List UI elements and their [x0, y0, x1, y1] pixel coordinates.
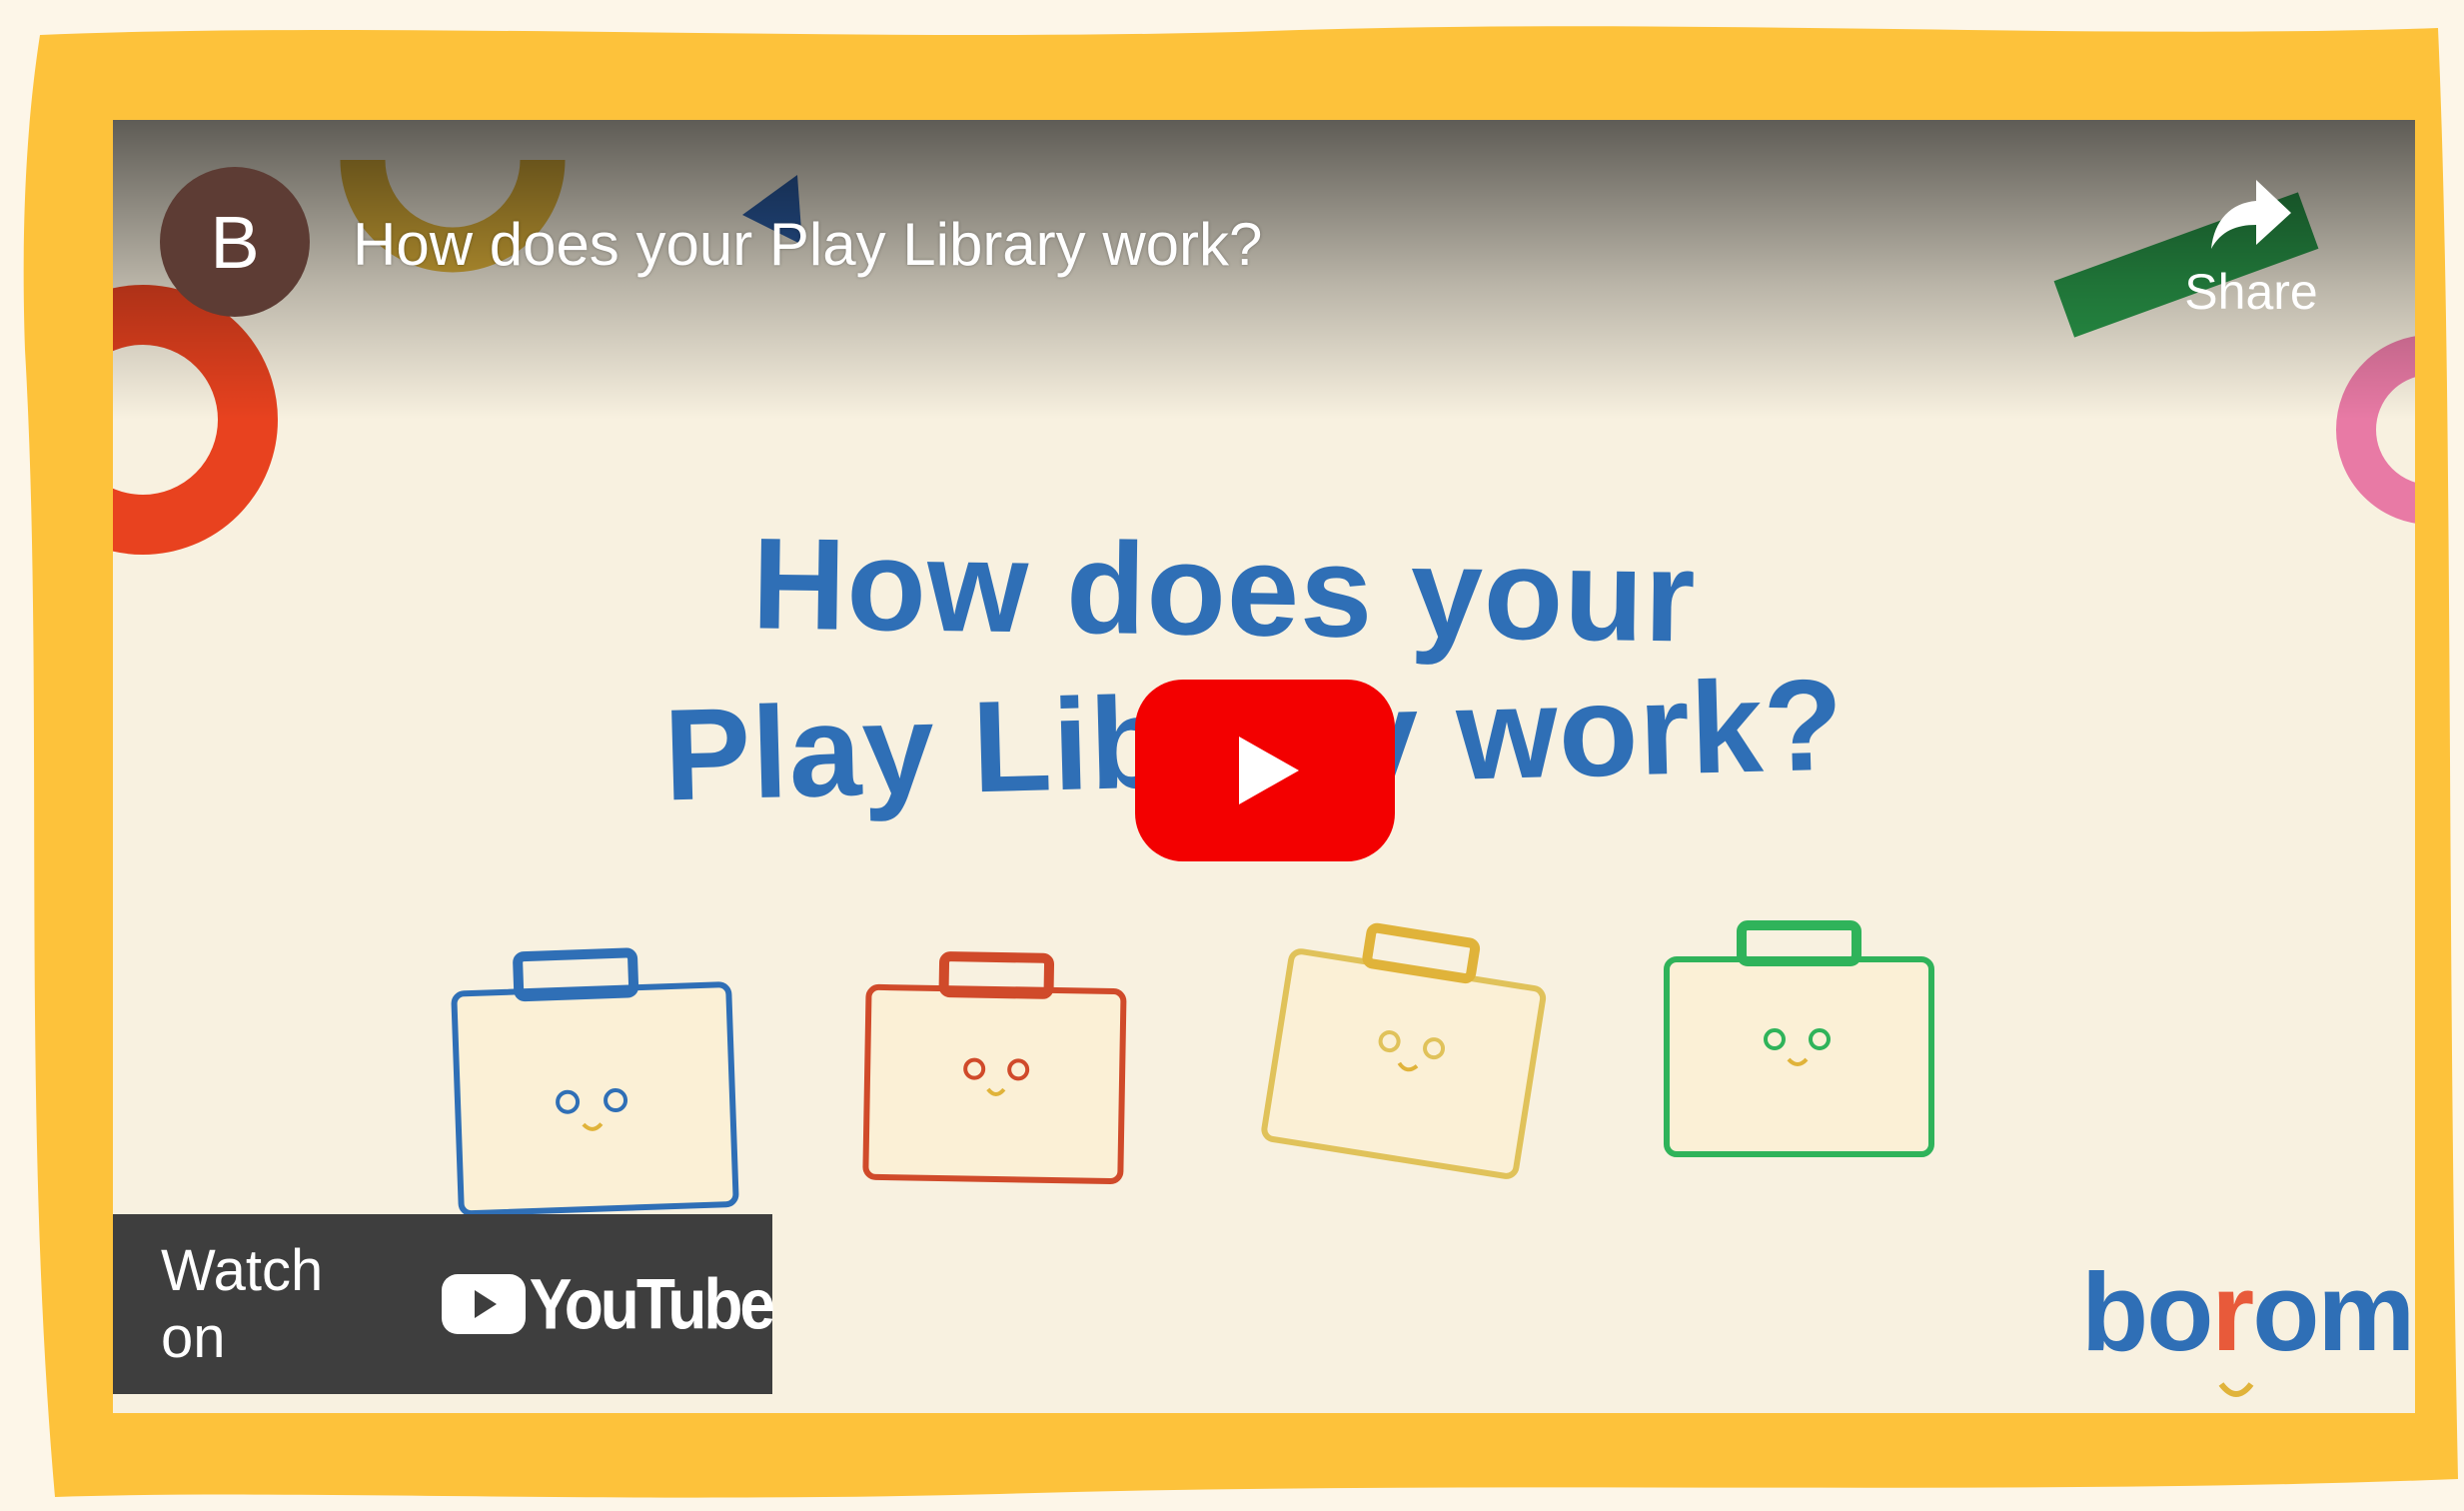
share-button[interactable]: Share	[2156, 175, 2346, 375]
youtube-logo-icon	[441, 1274, 526, 1334]
play-button[interactable]	[1135, 680, 1395, 861]
boromi-brand-logo: boromi	[2081, 1251, 2415, 1374]
channel-avatar[interactable]: B	[160, 167, 310, 317]
watch-on-label: Watch on	[161, 1238, 324, 1370]
share-label: Share	[2184, 264, 2318, 320]
video-title-link[interactable]: How does your Play Library work?	[353, 210, 1262, 279]
watch-on-youtube-button[interactable]: Watch on YouTube	[113, 1214, 775, 1394]
share-arrow-icon	[2211, 180, 2291, 249]
play-icon	[1239, 737, 1299, 804]
youtube-wordmark: YouTube	[529, 1263, 775, 1345]
youtube-logo: YouTube	[441, 1264, 775, 1344]
video-player[interactable]: How does your Play Library work? boromi …	[113, 120, 2415, 1413]
